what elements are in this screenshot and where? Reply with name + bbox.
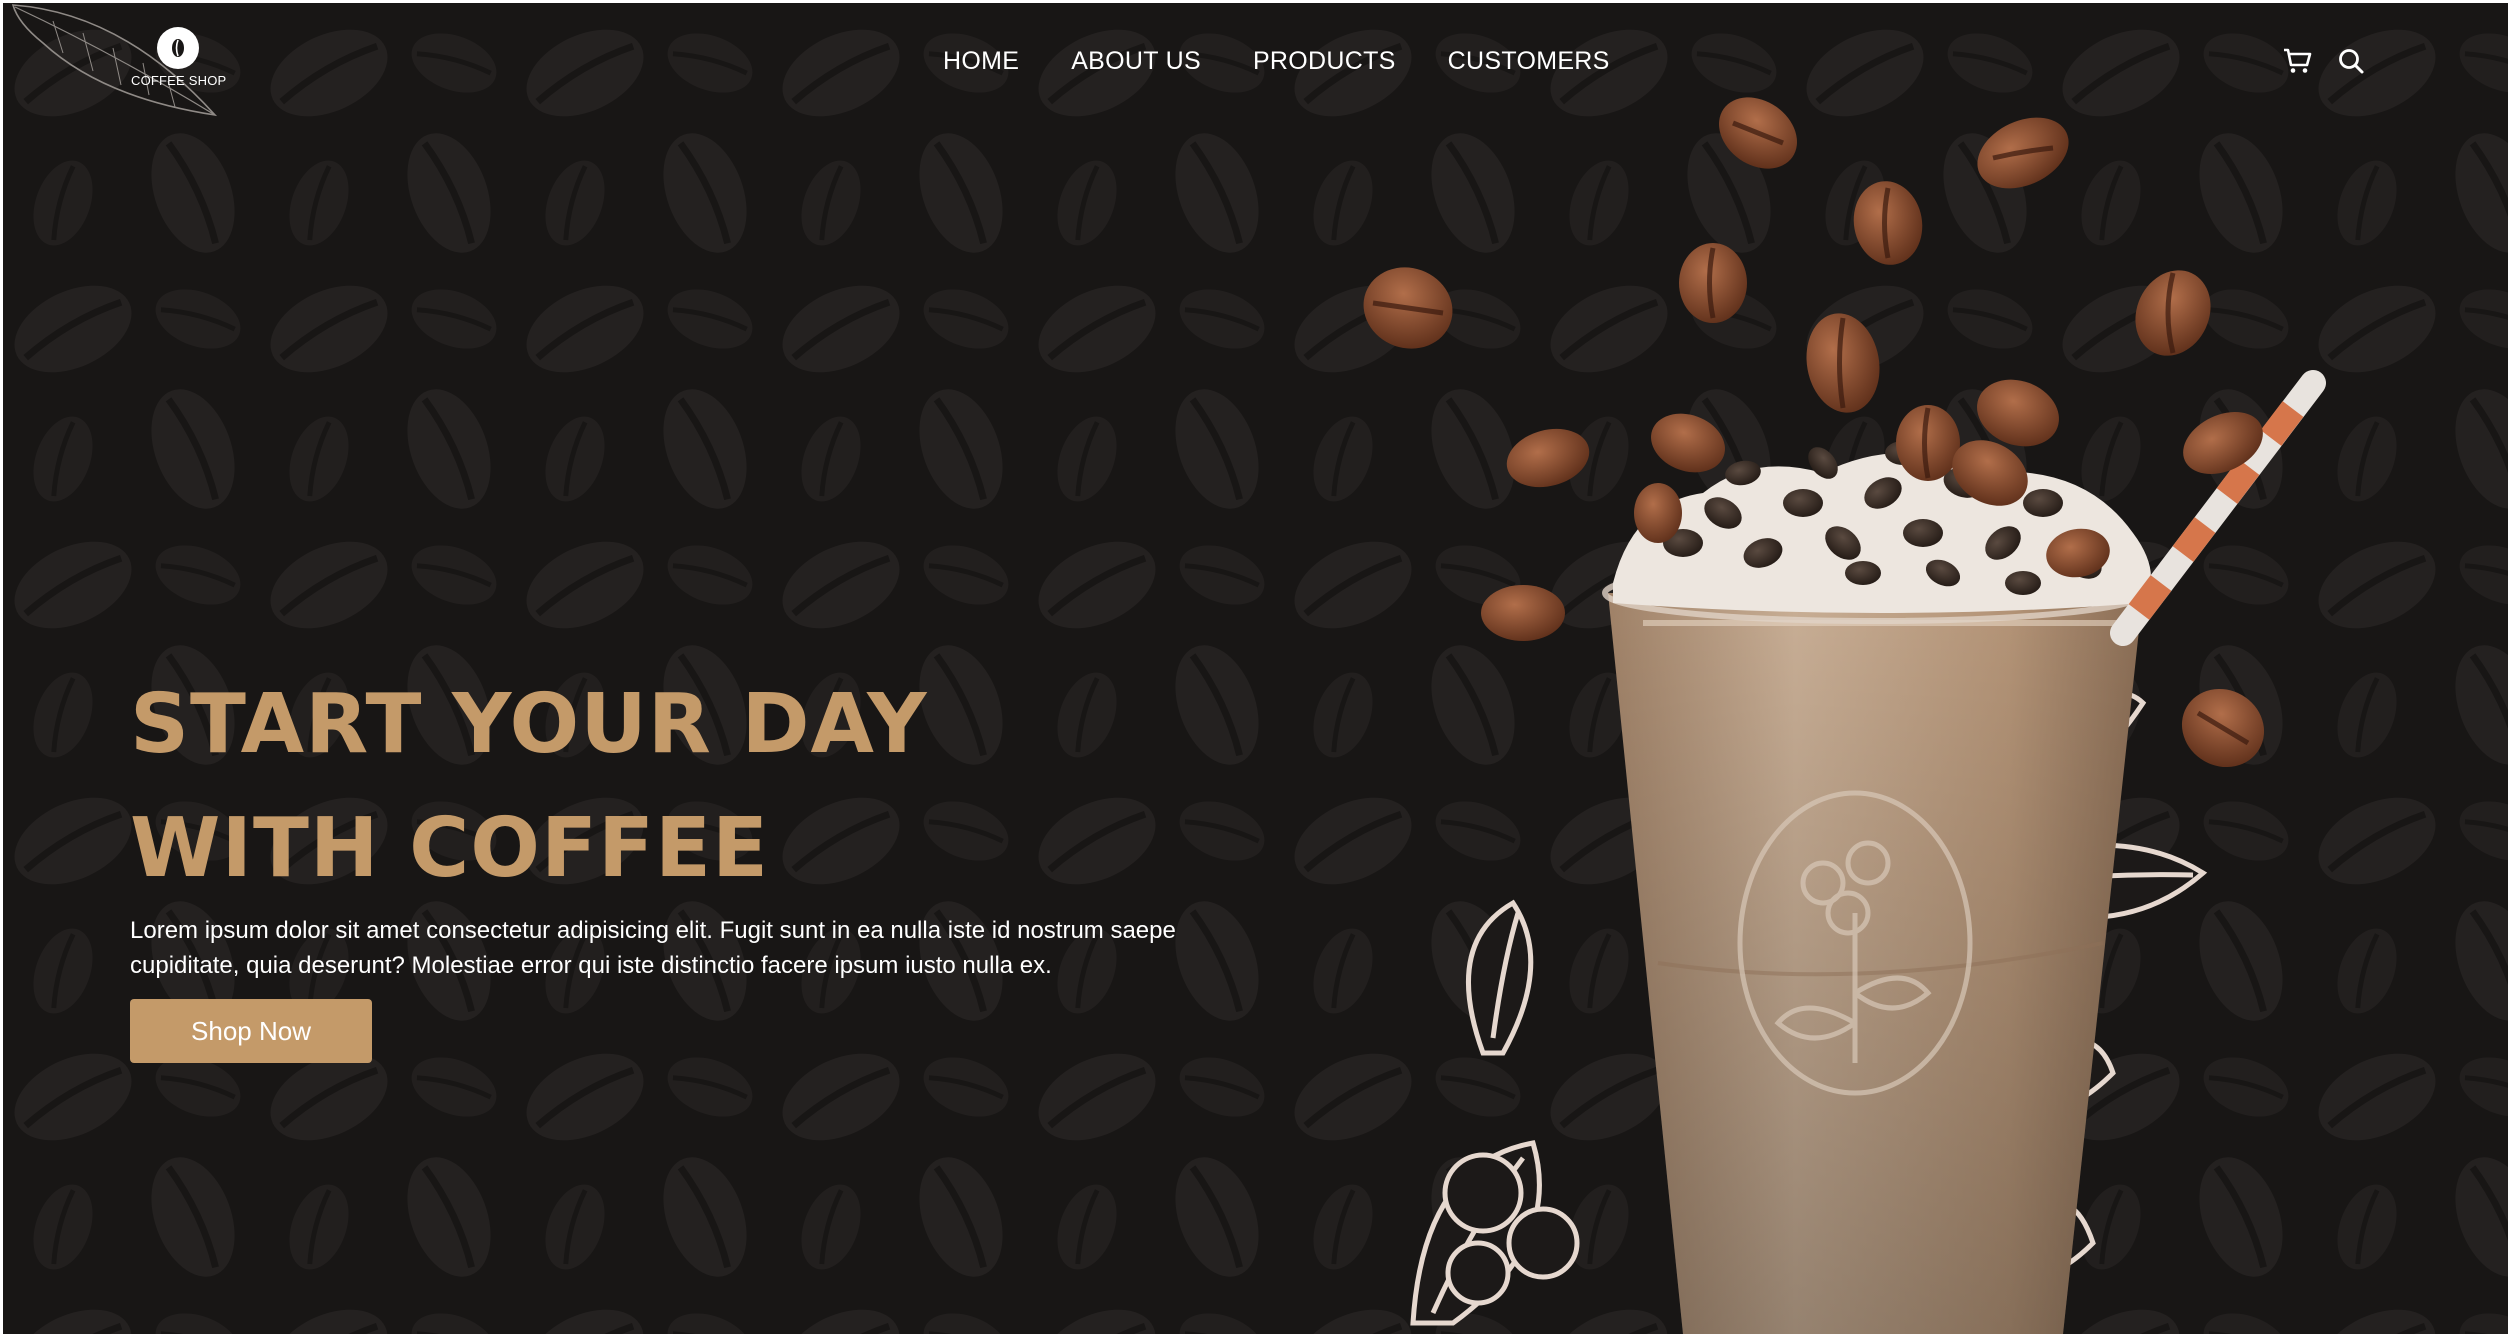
hero-page: COFFEE SHOP HOME ABOUT US PRODUCTS CUSTO… (3, 3, 2508, 1334)
nav-about-us[interactable]: ABOUT US (1071, 47, 1201, 76)
hero-headline-line2: WITH COFFEE (130, 801, 770, 896)
brand-name: COFFEE SHOP (131, 73, 227, 88)
hero-description: Lorem ipsum dolor sit amet consectetur a… (130, 917, 1176, 979)
hero-headline-line1: START YOUR DAY (130, 677, 928, 772)
iced-coffee-image (1363, 97, 2326, 1334)
coffee-bean-icon (157, 27, 199, 69)
brand-logo[interactable]: COFFEE SHOP (131, 27, 227, 88)
hero-headline: START YOUR DAY WITH COFFEE (130, 663, 928, 911)
nav-home[interactable]: HOME (943, 47, 1019, 76)
shop-now-button[interactable]: Shop Now (130, 999, 372, 1063)
